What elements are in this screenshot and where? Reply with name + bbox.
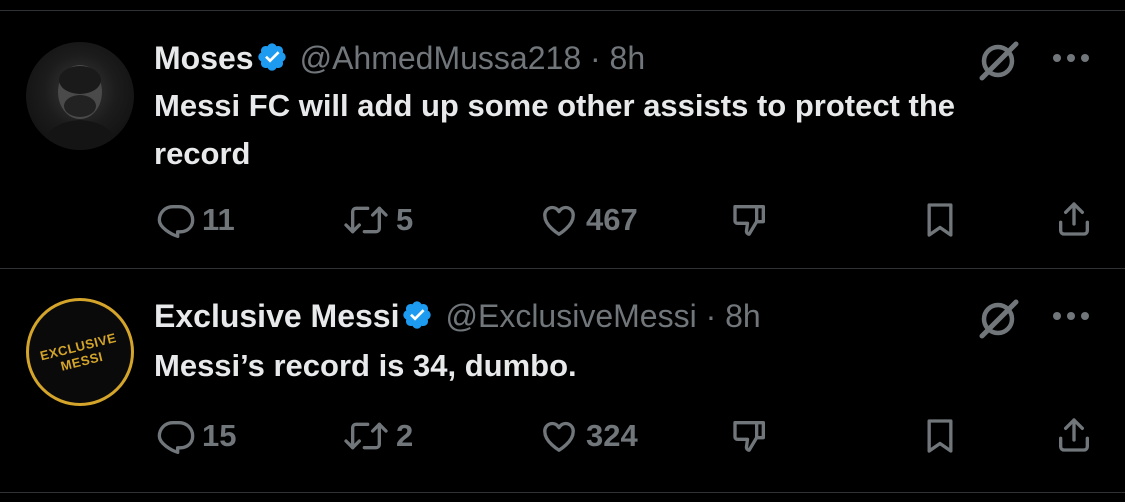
like-button[interactable]: 467 [538,200,638,240]
handle[interactable]: @ExclusiveMessi [445,298,696,334]
grok-icon[interactable] [974,294,1022,347]
separator: · [705,298,717,334]
dislike-icon [733,421,765,452]
avatar-logo-text: EXCLUSIVE MESSI [38,329,118,374]
share-icon [1059,418,1089,452]
like-button[interactable]: 324 [538,416,638,456]
reply-count: 15 [202,418,237,453]
verified-badge-icon[interactable] [256,41,288,82]
handle[interactable]: @AhmedMussa218 [300,40,582,76]
bookmark-icon [927,203,953,237]
timestamp[interactable]: 8h [610,40,646,76]
share-icon [1059,202,1089,236]
bookmark-button[interactable] [920,200,960,245]
repost-count: 2 [396,418,414,453]
verified-badge-icon[interactable] [401,299,433,340]
bottom-divider [0,492,1125,493]
more-icon[interactable] [1050,306,1094,331]
repost-icon [344,206,388,234]
like-count: 324 [586,418,638,453]
reply-icon [157,205,195,238]
bookmark-button[interactable] [920,416,960,461]
like-count: 467 [586,202,638,237]
tweet-header: Moses @AhmedMussa218 · 8h [154,38,645,78]
repost-count: 5 [396,202,414,237]
tweet[interactable]: EXCLUSIVE MESSI Exclusive Messi @Exclusiv… [0,268,1125,492]
reply-count: 11 [202,202,235,237]
avatar[interactable] [26,42,134,150]
bookmark-icon [927,419,953,453]
tweet-header: Exclusive Messi @ExclusiveMessi · 8h [154,296,761,336]
timestamp[interactable]: 8h [725,298,761,334]
tweet-text: Messi’s record is 34, dumbo. [154,348,577,383]
display-name[interactable]: Moses [154,40,254,76]
more-icon[interactable] [1050,48,1094,73]
separator: · [590,40,601,76]
repost-button[interactable]: 2 [342,416,413,456]
like-icon [543,205,575,236]
dislike-icon [733,205,765,236]
repost-icon [344,422,388,450]
display-name[interactable]: Exclusive Messi [154,298,399,334]
tweet[interactable]: Moses @AhmedMussa218 · 8h Messi FC will a… [0,0,1125,268]
repost-button[interactable]: 5 [342,200,413,240]
like-icon [543,421,575,452]
tweet-text: Messi FC will add up some other assists … [154,88,955,171]
reply-button[interactable]: 11 [156,200,235,240]
share-button[interactable] [1054,198,1094,245]
reply-icon [157,421,195,454]
avatar-photo-icon [40,65,120,150]
share-button[interactable] [1054,414,1094,461]
dislike-button[interactable] [730,200,770,245]
reply-button[interactable]: 15 [156,416,236,456]
avatar[interactable]: EXCLUSIVE MESSI [26,298,134,406]
dislike-button[interactable] [730,416,770,461]
